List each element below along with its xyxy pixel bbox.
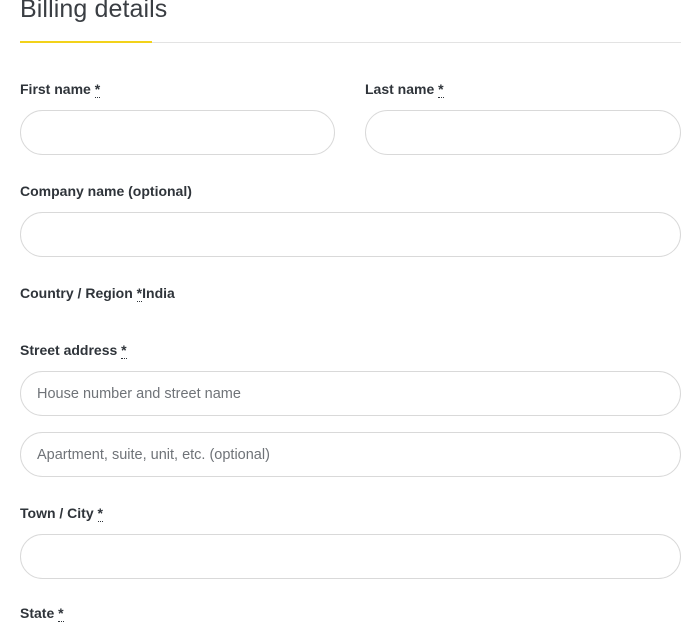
state-label-text: State [20, 605, 55, 621]
last-name-label-text: Last name [365, 81, 435, 97]
company-name-field[interactable] [20, 212, 681, 257]
town-city-field[interactable] [20, 534, 681, 579]
required-mark: * [438, 81, 444, 98]
first-name-label: First name * [20, 80, 101, 98]
company-name-label-text: Company name (optional) [20, 183, 192, 199]
country-value: India [142, 285, 175, 301]
country-region-label-text: Country / Region [20, 285, 133, 301]
title-accent-underline [20, 41, 152, 43]
last-name-field[interactable] [365, 110, 681, 155]
first-name-label-text: First name [20, 81, 91, 97]
street-address-line2-field[interactable] [20, 432, 681, 477]
state-label: State * [20, 604, 64, 622]
street-address-line1-field[interactable] [20, 371, 681, 416]
required-mark: * [97, 505, 103, 522]
first-name-field[interactable] [20, 110, 335, 155]
town-city-label: Town / City * [20, 504, 103, 522]
street-address-label-text: Street address [20, 342, 118, 358]
required-mark: * [94, 81, 101, 98]
street-address-label: Street address * [20, 341, 127, 359]
country-region-label: Country / Region *India [20, 284, 175, 302]
last-name-label: Last name * [365, 80, 444, 98]
section-title: Billing details [20, 0, 168, 23]
town-city-label-text: Town / City [20, 505, 94, 521]
company-name-label: Company name (optional) [20, 182, 192, 200]
required-mark: * [121, 342, 127, 359]
